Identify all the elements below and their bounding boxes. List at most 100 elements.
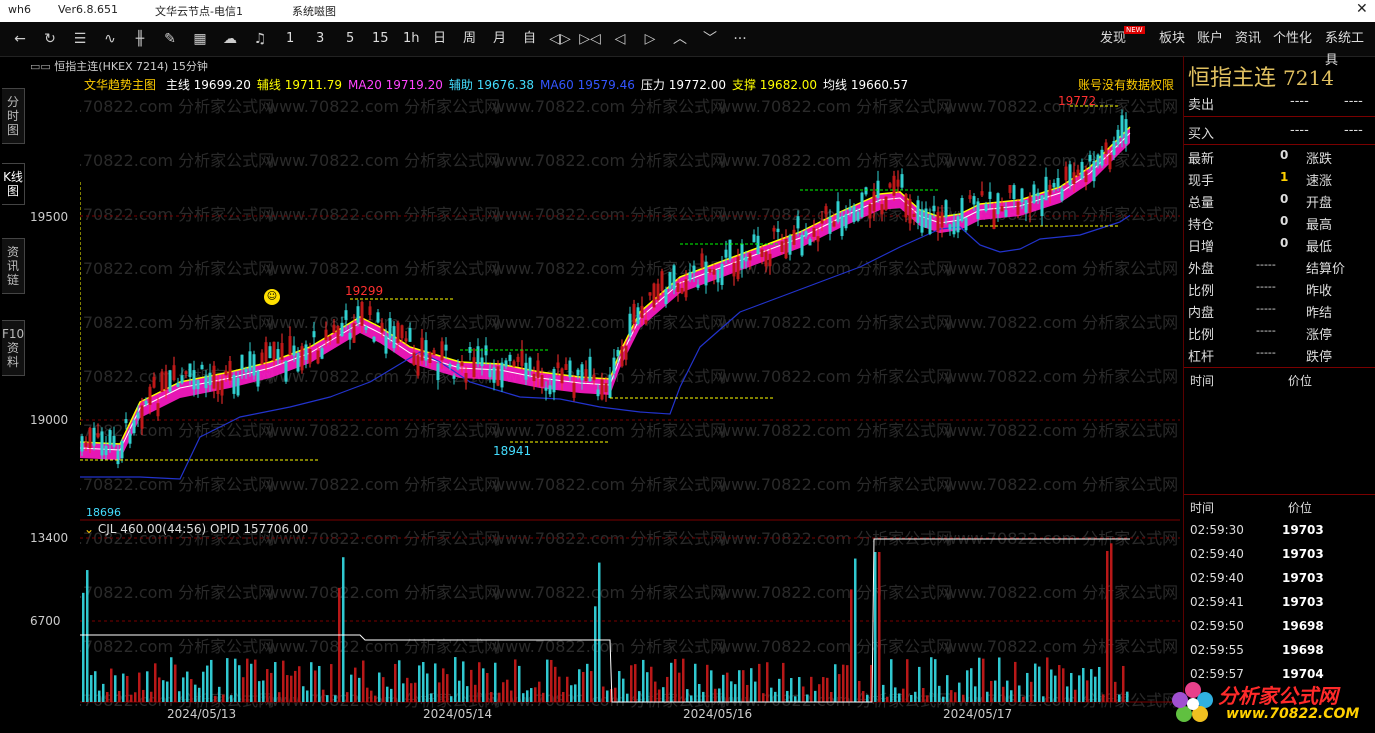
arrow-down-icon[interactable]: ﹀ [698, 28, 722, 50]
tab-timeshare[interactable]: 分时图 [2, 88, 25, 144]
period-custom[interactable]: 自 [523, 28, 536, 50]
period-month[interactable]: 月 [493, 28, 506, 50]
volume-bar [946, 675, 949, 702]
high-label: 19772 [1058, 94, 1097, 108]
refresh-icon[interactable]: ↻ [38, 28, 62, 50]
candlestick-icon[interactable]: ╫ [128, 28, 152, 50]
candle-body [1012, 185, 1016, 200]
candle-body [408, 327, 412, 342]
cloud-icon[interactable]: ☁ [218, 28, 242, 50]
line-chart-icon[interactable]: ∿ [98, 28, 122, 50]
more-icon[interactable]: ··· [728, 28, 752, 50]
time-header-2: 时间 [1190, 501, 1215, 515]
back-arrow-icon[interactable]: ← [8, 28, 32, 50]
period-5[interactable]: 5 [346, 28, 354, 50]
tab-f10[interactable]: F10资料 [2, 320, 25, 376]
volume-bar [934, 659, 937, 702]
candle-body [660, 271, 664, 292]
zoom-in-icon[interactable]: ▷◁ [578, 28, 602, 50]
volume-bar [986, 691, 989, 702]
volume-bar [1094, 676, 1097, 702]
period-15[interactable]: 15 [372, 28, 389, 50]
watermark-text: www.70822.com 分析家公式网 [492, 421, 726, 440]
candle-body [372, 336, 376, 342]
quote-right-label-5: 结算价 [1306, 262, 1346, 277]
menu-news[interactable]: 资讯 [1235, 28, 1261, 50]
kline-chart[interactable]: www.70822.com 分析家公式网www.70822.com 分析家公式网… [80, 92, 1180, 712]
volume-bar [642, 659, 645, 702]
tab-news-chain[interactable]: 资讯链 [2, 238, 25, 294]
candle-body [416, 355, 420, 376]
grid-icon[interactable]: ▦ [188, 28, 212, 50]
menu-sector[interactable]: 板块 [1159, 28, 1185, 50]
candle-body [820, 220, 824, 224]
volume-bar [354, 667, 357, 702]
menu-personalize[interactable]: 个性化 [1273, 28, 1312, 50]
period-week[interactable]: 周 [463, 28, 476, 50]
symbol-header[interactable]: ▭▭ 恒指主连(HKEX 7214) 15分钟 [30, 58, 208, 74]
arrow-up-icon[interactable]: ︿ [668, 28, 692, 50]
arrow-right-icon[interactable]: ▷ [638, 28, 662, 50]
tick-row: 02:59:40 19703 [1190, 571, 1324, 585]
period-3[interactable]: 3 [316, 28, 324, 50]
tick-time: 02:59:41 [1190, 595, 1244, 609]
candle-body [700, 253, 704, 267]
candle-body [892, 175, 896, 196]
volume-bar [466, 686, 469, 702]
candle-body [528, 357, 532, 372]
volume-bar [874, 552, 877, 702]
volume-bar [478, 662, 481, 702]
menu-system-tools[interactable]: 系统工具 [1325, 28, 1375, 68]
tab-kline[interactable]: K线图 [2, 163, 25, 205]
volume-bar [746, 684, 749, 702]
system-label[interactable]: 系统嗞图 [292, 3, 336, 19]
volume-bar [414, 682, 417, 702]
candle-body [240, 354, 244, 370]
candle-body [396, 322, 400, 343]
volume-bar [1050, 669, 1053, 702]
period-1h[interactable]: 1h [403, 28, 420, 50]
candle-body [192, 370, 196, 390]
candle-body [648, 292, 652, 296]
volume-bar [426, 673, 429, 702]
menu-discover[interactable]: 发现 [1100, 28, 1126, 50]
volume-bar [134, 692, 137, 702]
volume-bar [386, 686, 389, 702]
zoom-out-icon[interactable]: ◁▷ [548, 28, 572, 50]
volume-bar [502, 682, 505, 702]
candle-body [920, 209, 924, 233]
candle-body [104, 445, 108, 456]
list-icon[interactable]: ☰ [68, 28, 92, 50]
candle-body [960, 198, 964, 222]
tick-price: 19698 [1282, 619, 1324, 633]
volume-bar [438, 682, 441, 702]
volume-bar [334, 695, 337, 702]
period-day[interactable]: 日 [433, 28, 446, 50]
arrow-left-icon[interactable]: ◁ [608, 28, 632, 50]
volume-bar [846, 665, 849, 702]
candle-body [340, 322, 344, 336]
draw-icon[interactable]: ✎ [158, 28, 182, 50]
candle-body [264, 342, 268, 362]
candle-body [852, 205, 856, 222]
volume-bar [554, 666, 557, 702]
bell-icon[interactable]: ♫ [248, 28, 272, 50]
tick-row: 02:59:40 19703 [1190, 547, 1324, 561]
candle-body [860, 192, 864, 217]
server-node[interactable]: 文华云节点-电信1 [155, 3, 243, 19]
volume-bar [286, 675, 289, 702]
candle-body [756, 235, 760, 255]
candle-body [676, 282, 680, 293]
volume-bar [726, 672, 729, 702]
volume-bar [802, 686, 805, 702]
volume-bar [82, 592, 85, 702]
period-1[interactable]: 1 [286, 28, 294, 50]
menu-account[interactable]: 账户 [1197, 28, 1223, 50]
candle-body [248, 351, 252, 371]
close-icon[interactable]: ✕ [1356, 1, 1368, 17]
volume-bar [902, 688, 905, 702]
candle-body [212, 365, 216, 389]
volume-bar [742, 670, 745, 702]
indicator-name[interactable]: 文华趋势主图 [84, 78, 156, 92]
volume-bar [950, 690, 953, 702]
